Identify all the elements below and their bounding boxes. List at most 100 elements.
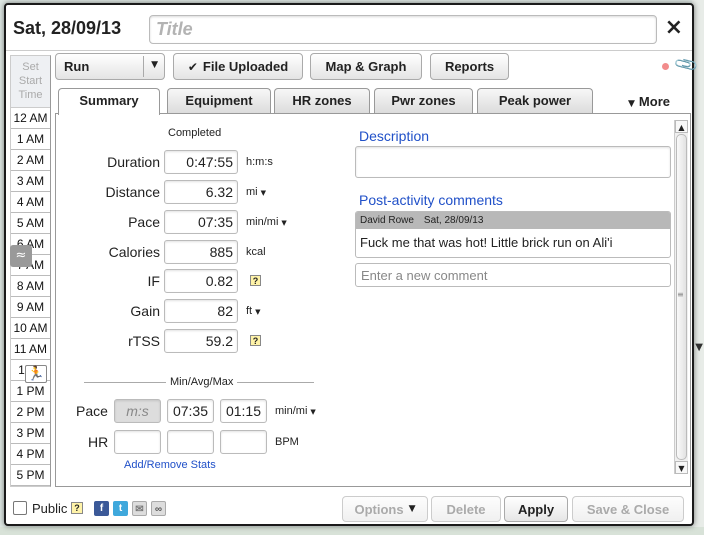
workout-date: Sat, 28/09/13: [13, 18, 122, 38]
tab-summary[interactable]: Summary: [58, 88, 160, 115]
field-label: Calories: [108, 244, 160, 260]
if-row: IF: [56, 269, 160, 293]
time-slot[interactable]: 12 AM: [11, 108, 50, 129]
swim-workout-icon[interactable]: ≈: [10, 245, 32, 267]
status-dot-icon: [662, 63, 669, 70]
rtss-row: rTSS: [56, 329, 160, 353]
close-icon[interactable]: ×: [665, 15, 683, 40]
hr-min-field[interactable]: [114, 430, 161, 454]
calories-row: Calories: [56, 240, 160, 264]
calories-field[interactable]: 885: [164, 240, 238, 264]
time-slot[interactable]: 10 AM: [11, 318, 50, 339]
time-slot[interactable]: 9 AM: [11, 297, 50, 318]
duration-row: Duration: [56, 150, 160, 174]
more-tabs-button[interactable]: ▼ More: [628, 94, 670, 109]
time-slot[interactable]: 1 PM: [11, 381, 50, 402]
pace-stat-label: Pace: [76, 403, 108, 419]
run-workout-icon[interactable]: 🏃: [25, 365, 47, 383]
new-comment-input[interactable]: [355, 263, 671, 287]
unit-text: min/mi: [275, 405, 308, 417]
public-label: Public: [32, 501, 68, 516]
time-header-line: Time: [18, 89, 43, 101]
pace-max-field[interactable]: 01:15: [220, 399, 267, 423]
time-slot[interactable]: 3 AM: [11, 171, 50, 192]
workout-dialog: Sat, 28/09/13 × Set Start Time 12 AM 1 A…: [4, 3, 700, 526]
link-icon[interactable]: ∞: [151, 501, 166, 516]
tab-equipment[interactable]: Equipment: [167, 88, 271, 113]
unit-text: mi: [246, 186, 258, 198]
tab-pwr-zones[interactable]: Pwr zones: [374, 88, 473, 113]
public-checkbox[interactable]: [13, 501, 27, 515]
help-icon[interactable]: ?: [250, 275, 261, 286]
pace-unit-select[interactable]: min/mi ▼: [246, 216, 287, 228]
pace-min-field[interactable]: m:s: [114, 399, 161, 423]
if-field[interactable]: 0.82: [164, 269, 238, 293]
background-arrow-icon: ▼: [695, 342, 703, 353]
options-button[interactable]: Options ▼: [342, 496, 428, 522]
time-slot[interactable]: 1 AM: [11, 129, 50, 150]
reports-button[interactable]: Reports: [430, 53, 509, 80]
twitter-icon[interactable]: t: [113, 501, 128, 516]
sport-type-select[interactable]: Run ▼: [55, 53, 165, 80]
chevron-down-icon: ▼: [281, 219, 287, 227]
description-field[interactable]: [355, 146, 671, 178]
comment-header: David Rowe Sat, 28/09/13: [356, 212, 670, 229]
distance-row: Distance: [56, 180, 160, 204]
select-separator: [143, 56, 144, 77]
distance-field[interactable]: 6.32: [164, 180, 238, 204]
time-slot[interactable]: 11 AM: [11, 339, 50, 360]
gain-unit-select[interactable]: ft ▼: [246, 305, 261, 317]
chevron-down-icon: ▼: [310, 408, 316, 416]
summary-panel: ▲ ≡ ▼ Completed Duration 0:47:55 h:m:s D…: [55, 113, 691, 487]
title-input[interactable]: [149, 15, 657, 44]
pace-field[interactable]: 07:35: [164, 210, 238, 234]
time-slot[interactable]: 2 AM: [11, 150, 50, 171]
options-label: Options: [354, 501, 404, 517]
scroll-down-icon[interactable]: ▼: [675, 461, 688, 474]
duration-field[interactable]: 0:47:55: [164, 150, 238, 174]
save-close-button[interactable]: Save & Close: [572, 496, 684, 522]
file-uploaded-label: File Uploaded: [202, 59, 289, 74]
time-slot[interactable]: 8 AM: [11, 276, 50, 297]
duration-unit: h:m:s: [246, 156, 273, 168]
field-label: Duration: [107, 154, 160, 170]
hr-max-field[interactable]: [220, 430, 267, 454]
time-header-line: Set: [22, 61, 39, 73]
time-slot[interactable]: 4 AM: [11, 192, 50, 213]
field-label: Pace: [128, 214, 160, 230]
time-slot[interactable]: 3 PM: [11, 423, 50, 444]
pace-avg-field[interactable]: 07:35: [167, 399, 214, 423]
background-map-bottom: [0, 527, 704, 535]
checkmark-icon: ✔: [187, 59, 198, 74]
hr-stat-label: HR: [88, 434, 109, 450]
sport-type-value: Run: [64, 59, 90, 74]
comment-text: Fuck me that was hot! Little brick run o…: [360, 235, 613, 250]
tab-peak-power[interactable]: Peak power: [477, 88, 593, 113]
email-icon[interactable]: ✉: [132, 501, 147, 516]
comment-date: Sat, 28/09/13: [423, 215, 484, 226]
delete-button[interactable]: Delete: [431, 496, 501, 522]
help-icon[interactable]: ?: [250, 335, 261, 346]
distance-unit-select[interactable]: mi ▼: [246, 186, 266, 198]
help-icon[interactable]: ?: [71, 502, 83, 514]
time-slot[interactable]: 5 PM: [11, 465, 50, 486]
pace-stat-unit-select[interactable]: min/mi ▼: [275, 405, 316, 417]
tab-hr-zones[interactable]: HR zones: [274, 88, 370, 113]
map-graph-button[interactable]: Map & Graph: [310, 53, 422, 80]
vertical-scrollbar[interactable]: ▲ ≡ ▼: [674, 120, 688, 474]
apply-button[interactable]: Apply: [504, 496, 568, 522]
time-slot[interactable]: 4 PM: [11, 444, 50, 465]
facebook-icon[interactable]: f: [94, 501, 109, 516]
start-time-column: Set Start Time 12 AM 1 AM 2 AM 3 AM 4 AM…: [10, 55, 51, 487]
rtss-field[interactable]: 59.2: [164, 329, 238, 353]
scroll-up-icon[interactable]: ▲: [675, 120, 688, 133]
gain-field[interactable]: 82: [164, 299, 238, 323]
file-uploaded-button[interactable]: ✔ File Uploaded: [173, 53, 303, 80]
add-remove-stats-link[interactable]: Add/Remove Stats: [124, 459, 216, 471]
time-slot[interactable]: 2 PM: [11, 402, 50, 423]
time-slot[interactable]: 5 AM: [11, 213, 50, 234]
hr-avg-field[interactable]: [167, 430, 214, 454]
post-activity-comments-label: Post-activity comments: [359, 192, 503, 208]
chevron-down-icon: ▼: [260, 189, 266, 197]
time-header-line: Start: [18, 75, 43, 87]
